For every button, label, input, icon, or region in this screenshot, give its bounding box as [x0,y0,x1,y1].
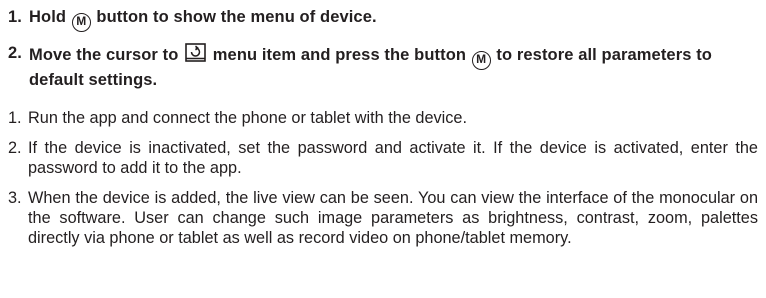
plain-step-2: 2. If the device is inactivated, set the… [8,138,758,178]
step-number: 2. [8,139,22,157]
step-text: If the device is inactivated, set the pa… [28,139,758,177]
step-text: Run the app and connect the phone or tab… [28,109,467,127]
bold-step-2: 2. Move the cursor to menu item and pres… [8,43,758,91]
document-body: 1. Hold M button to show the menu of dev… [8,0,758,258]
m-circle-icon: M [71,13,91,32]
m-circle-icon: M [471,51,491,70]
step-number: 2. [8,44,22,62]
step-text: Move the cursor to menu item and press t… [29,43,758,91]
restore-defaults-icon [185,43,206,62]
step-number: 1. [8,109,22,127]
plain-step-3: 3. When the device is added, the live vi… [8,188,758,248]
step-number: 1. [8,8,22,26]
restore-defaults-steps: 1. Hold M button to show the menu of dev… [8,7,758,91]
app-connection-steps: 1. Run the app and connect the phone or … [8,108,758,248]
step-text: When the device is added, the live view … [28,189,758,247]
step-text: Hold M button to show the menu of device… [29,7,758,32]
bold-step-1: 1. Hold M button to show the menu of dev… [8,7,758,32]
plain-step-1: 1. Run the app and connect the phone or … [8,108,758,128]
step-number: 3. [8,189,22,207]
